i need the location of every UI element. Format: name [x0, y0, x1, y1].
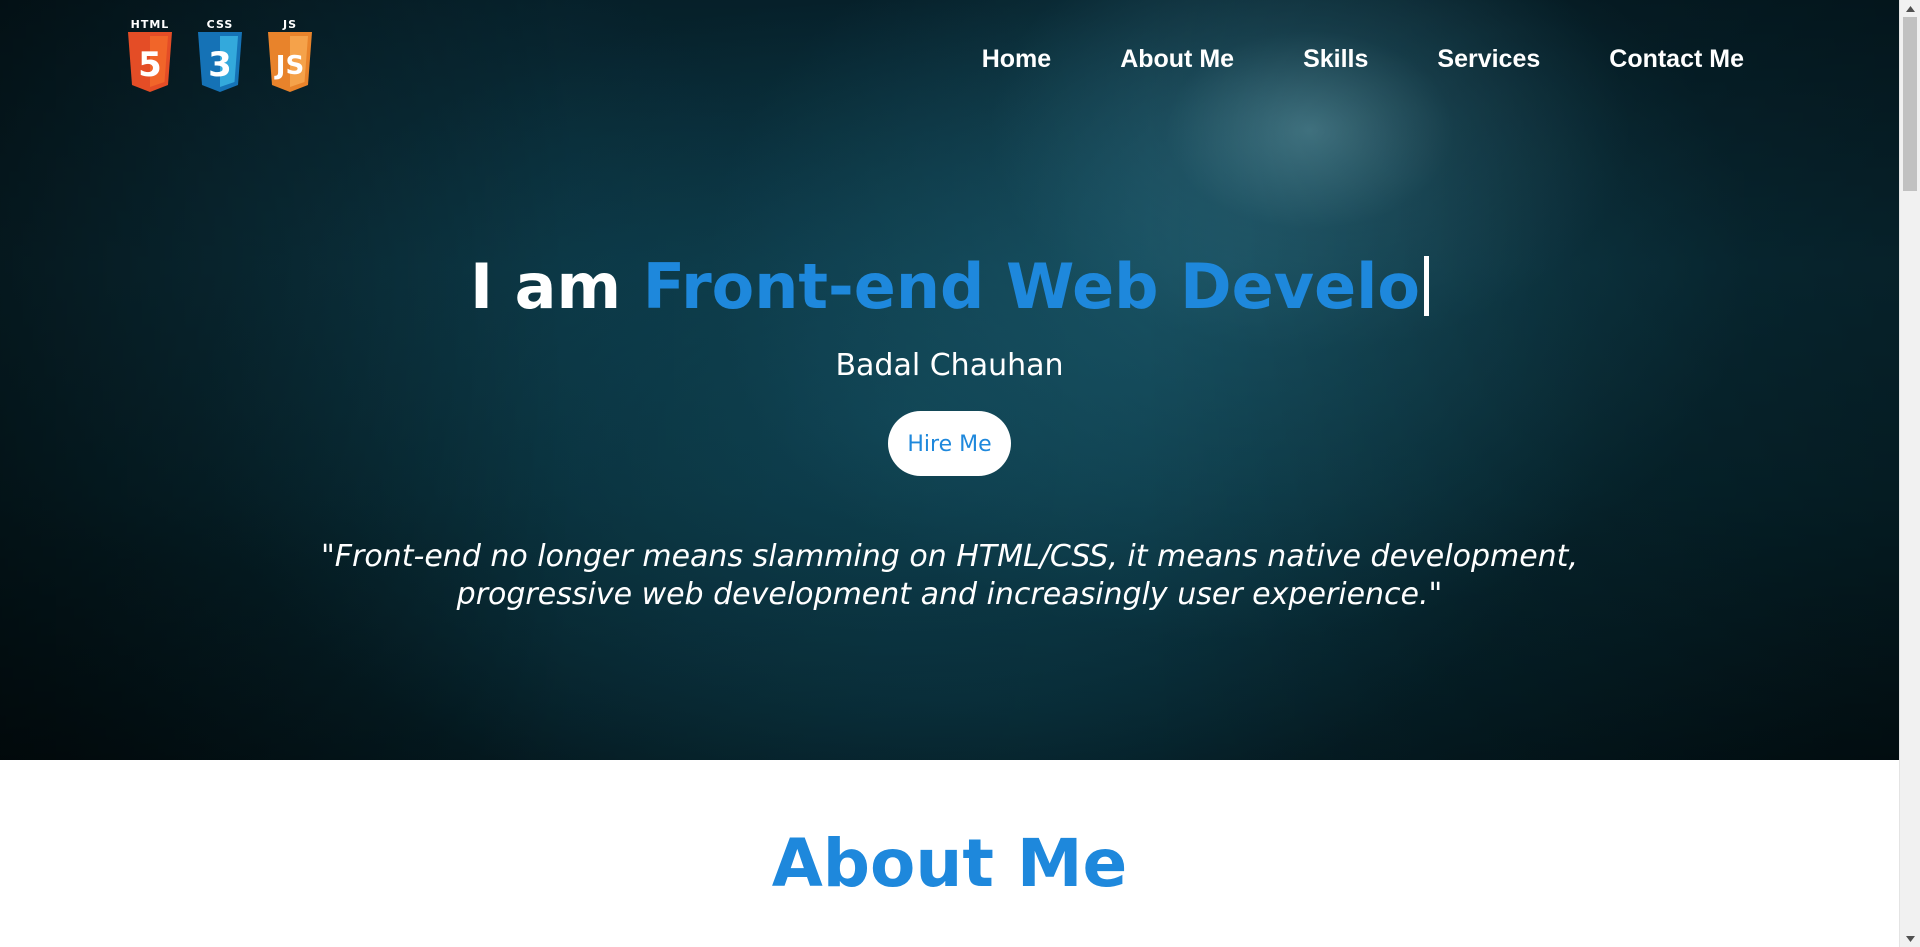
js-logo: JS JS [264, 18, 316, 92]
hero-quote: "Front-end no longer means slamming on H… [0, 538, 1899, 614]
html5-icon: 5 [128, 32, 172, 92]
nav-item-about-me[interactable]: About Me [1120, 44, 1234, 74]
css3-logo: CSS 3 [194, 18, 246, 92]
typing-caret [1423, 256, 1429, 316]
page: HTML 5 CSS 3 JS JS Home About Me Skills … [0, 0, 1899, 947]
hero-headline: I am Front-end Web Develo [0, 250, 1899, 324]
html5-logo-label: HTML [130, 18, 170, 31]
tech-logos: HTML 5 CSS 3 JS JS [124, 18, 316, 92]
js-icon: JS [268, 32, 312, 92]
scroll-down-arrow-icon[interactable] [1900, 930, 1920, 947]
scrollbar-thumb[interactable] [1903, 17, 1917, 191]
svg-text:3: 3 [208, 45, 232, 85]
nav-item-home[interactable]: Home [982, 44, 1051, 74]
page-scrollbar[interactable] [1899, 0, 1920, 947]
nav-item-skills[interactable]: Skills [1303, 44, 1368, 74]
js-logo-label: JS [282, 18, 297, 31]
quote-line-2: progressive web development and increasi… [456, 577, 1443, 612]
author-name: Badal Chauhan [835, 348, 1064, 383]
hire-me-button[interactable]: Hire Me [888, 411, 1011, 476]
quote-line-1: "Front-end no longer means slamming on H… [321, 539, 1578, 574]
css3-icon: 3 [198, 32, 242, 92]
scroll-up-arrow-icon[interactable] [1900, 0, 1920, 17]
main-nav: Home About Me Skills Services Contact Me [982, 44, 1744, 74]
about-section-title: About Me [771, 825, 1128, 902]
css3-logo-label: CSS [206, 18, 234, 31]
html5-logo: HTML 5 [124, 18, 176, 92]
svg-text:5: 5 [138, 45, 162, 85]
headline-prefix: I am [470, 250, 643, 323]
nav-item-services[interactable]: Services [1437, 44, 1540, 74]
headline-role-typed: Front-end Web Develo [642, 250, 1420, 323]
svg-text:JS: JS [274, 51, 304, 81]
hero-section: HTML 5 CSS 3 JS JS Home About Me Skills … [0, 0, 1899, 760]
nav-item-contact-me[interactable]: Contact Me [1609, 44, 1744, 74]
